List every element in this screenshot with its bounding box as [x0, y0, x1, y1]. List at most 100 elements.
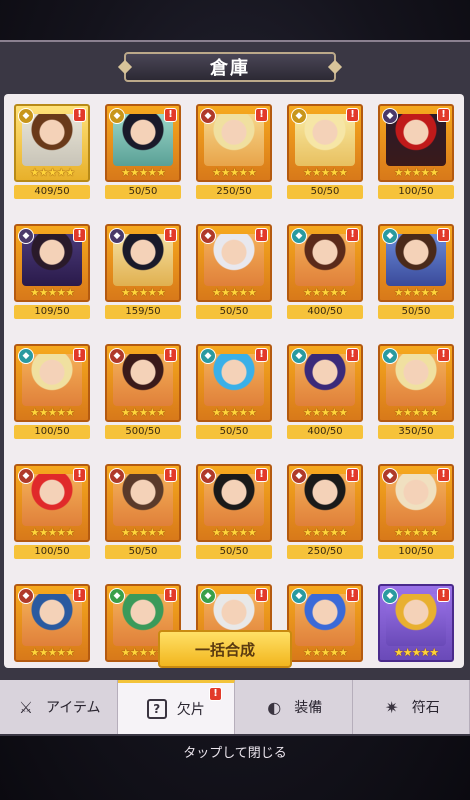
class-icon: ◆: [109, 108, 125, 124]
alert-badge: !: [73, 348, 86, 362]
alert-badge: !: [164, 468, 177, 482]
shard-count: 50/50: [378, 305, 454, 319]
shard-frame: ◆! ★★★★★: [287, 464, 363, 542]
shard-card[interactable]: ◆! ★★★★★ 50/50: [105, 464, 181, 562]
tab-label: アイテム: [45, 700, 101, 716]
shard-card[interactable]: ◆! ★★★★★ 409/50: [14, 104, 90, 202]
shard-card[interactable]: ◆! ★★★★★: [378, 584, 454, 668]
shard-frame: ◆! ★★★★★: [196, 224, 272, 302]
alert-badge: !: [73, 228, 86, 242]
tab-欠片[interactable]: ? 欠片!: [117, 680, 235, 734]
class-icon: ◆: [382, 108, 398, 124]
star-rating: ★★★★★: [393, 646, 439, 659]
shard-count: 50/50: [105, 545, 181, 559]
star-rating: ★★★★★: [211, 286, 257, 299]
shard-grid: ◆! ★★★★★ 409/50 ◆! ★★★★★ 50/50 ◆! ★★★★★ 250/50 ◆!…: [4, 94, 464, 668]
class-icon: ◆: [291, 348, 307, 364]
tab-符石[interactable]: ✷ 符石: [353, 680, 470, 734]
class-icon: ◆: [291, 468, 307, 484]
star-rating: ★★★★★: [120, 406, 166, 419]
alert-badge: !: [164, 108, 177, 122]
shard-count: 100/50: [14, 425, 90, 439]
class-icon: ◆: [18, 348, 34, 364]
shard-frame: ◆! ★★★★★: [14, 224, 90, 302]
shard-frame: ◆! ★★★★★: [14, 584, 90, 662]
class-icon: ◆: [18, 108, 34, 124]
star-rating: ★★★★★: [211, 166, 257, 179]
shard-frame: ◆! ★★★★★: [378, 104, 454, 182]
alert-badge: !: [164, 228, 177, 242]
tab-アイテム[interactable]: ⚔ アイテム: [0, 680, 118, 734]
star-rating: ★★★★★: [302, 286, 348, 299]
alert-badge: !: [164, 588, 177, 602]
shard-card[interactable]: ◆! ★★★★★ 500/50: [105, 344, 181, 442]
alert-badge: !: [346, 588, 359, 602]
shard-frame: ◆! ★★★★★: [287, 224, 363, 302]
shard-card[interactable]: ◆! ★★★★★ 159/50: [105, 224, 181, 322]
class-icon: ◆: [109, 588, 125, 604]
shard-count: 50/50: [105, 185, 181, 199]
shard-card[interactable]: ◆! ★★★★★ 400/50: [287, 344, 363, 442]
item-grid-area: ◆! ★★★★★ 409/50 ◆! ★★★★★ 50/50 ◆! ★★★★★ 250/50 ◆!…: [4, 94, 464, 668]
class-icon: ◆: [18, 588, 34, 604]
alert-badge: !: [437, 468, 450, 482]
alert-badge: !: [437, 588, 450, 602]
close-hint[interactable]: タップして閉じる: [0, 742, 470, 761]
alert-badge: !: [346, 468, 359, 482]
shard-card[interactable]: ◆! ★★★★★ 50/50: [196, 224, 272, 322]
shard-card[interactable]: ◆! ★★★★★ 250/50: [196, 104, 272, 202]
shard-card[interactable]: ◆! ★★★★★ 100/50: [14, 464, 90, 562]
shard-card[interactable]: ◆! ★★★★★: [287, 584, 363, 668]
shard-card[interactable]: ◆! ★★★★★ 50/50: [196, 344, 272, 442]
shard-card[interactable]: ◆! ★★★★★: [14, 584, 90, 668]
shard-frame: ◆! ★★★★★: [105, 104, 181, 182]
class-icon: ◆: [382, 348, 398, 364]
star-rating: ★★★★★: [29, 646, 75, 659]
alert-badge: !: [346, 348, 359, 362]
shard-frame: ◆! ★★★★★: [105, 464, 181, 542]
class-icon: ◆: [200, 468, 216, 484]
shard-card[interactable]: ◆! ★★★★★ 350/50: [378, 344, 454, 442]
shard-frame: ◆! ★★★★★: [378, 224, 454, 302]
alert-badge: !: [437, 348, 450, 362]
shard-card[interactable]: ◆! ★★★★★ 100/50: [14, 344, 90, 442]
shard-count: 350/50: [378, 425, 454, 439]
class-icon: ◆: [109, 348, 125, 364]
shard-card[interactable]: ◆! ★★★★★ 50/50: [196, 464, 272, 562]
shard-card[interactable]: ◆! ★★★★★ 109/50: [14, 224, 90, 322]
shard-frame: ◆! ★★★★★: [287, 584, 363, 662]
shard-card[interactable]: ◆! ★★★★★ 100/50: [378, 464, 454, 562]
alert-badge: !: [255, 348, 268, 362]
shard-card[interactable]: ◆! ★★★★★ 50/50: [378, 224, 454, 322]
shard-frame: ◆! ★★★★★: [378, 344, 454, 422]
star-rating: ★★★★★: [211, 526, 257, 539]
tab-bar: ⚔ アイテム? 欠片! ◐ 装備 ✷ 符石: [0, 680, 470, 734]
alert-badge: !: [437, 108, 450, 122]
star-rating: ★★★★★: [302, 526, 348, 539]
class-icon: ◆: [291, 588, 307, 604]
shard-frame: ◆! ★★★★★: [196, 104, 272, 182]
alert-badge: !: [164, 348, 177, 362]
shard-card[interactable]: ◆! ★★★★★ 50/50: [105, 104, 181, 202]
class-icon: ◆: [382, 588, 398, 604]
star-rating: ★★★★★: [29, 286, 75, 299]
shard-count: 500/50: [105, 425, 181, 439]
tab-label: 欠片: [176, 701, 205, 718]
rune-icon: ✷: [385, 697, 399, 717]
star-rating: ★★★★★: [211, 406, 257, 419]
bulk-combine-button[interactable]: 一括合成: [158, 630, 292, 668]
shard-count: 100/50: [378, 545, 454, 559]
shard-count: 50/50: [196, 545, 272, 559]
tab-装備[interactable]: ◐ 装備: [235, 680, 353, 734]
title-bar: 倉庫: [117, 52, 343, 82]
alert-badge: !: [255, 108, 268, 122]
shard-card[interactable]: ◆! ★★★★★ 50/50: [287, 104, 363, 202]
shard-count: 50/50: [196, 425, 272, 439]
shard-frame: ◆! ★★★★★: [14, 104, 90, 182]
shard-card[interactable]: ◆! ★★★★★ 400/50: [287, 224, 363, 322]
shard-card[interactable]: ◆! ★★★★★ 250/50: [287, 464, 363, 562]
shard-frame: ◆! ★★★★★: [105, 224, 181, 302]
star-rating: ★★★★★: [29, 166, 75, 179]
shard-card[interactable]: ◆! ★★★★★ 100/50: [378, 104, 454, 202]
shard-frame: ◆! ★★★★★: [196, 344, 272, 422]
